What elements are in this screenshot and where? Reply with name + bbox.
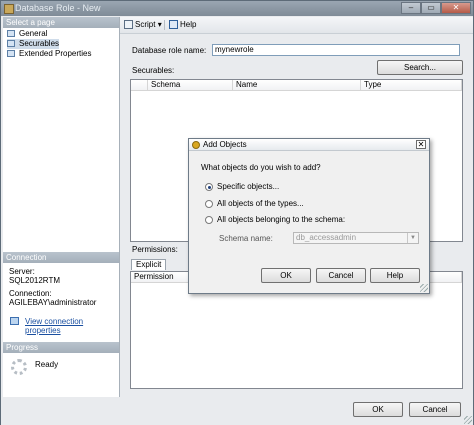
- connection-label: Connection:: [9, 289, 52, 298]
- connection-value: AGILEBAY\administrator: [9, 298, 97, 307]
- search-button[interactable]: Search...: [377, 60, 463, 75]
- server-value: SQL2012RTM: [9, 276, 60, 285]
- page-general[interactable]: General: [7, 29, 47, 39]
- progress-spinner-icon: [11, 359, 27, 375]
- script-button[interactable]: Script ▾: [124, 20, 162, 30]
- progress-status: Ready: [35, 360, 59, 369]
- restore-button[interactable]: ▭: [421, 2, 441, 14]
- radio-unselected-icon: [205, 216, 213, 224]
- minimize-button[interactable]: –: [401, 2, 421, 14]
- dialog-ok-button[interactable]: OK: [261, 268, 311, 283]
- key-icon: [192, 141, 200, 149]
- ok-button[interactable]: OK: [353, 402, 403, 417]
- page-icon: [7, 40, 15, 47]
- progress-header: Progress: [3, 342, 119, 353]
- resize-grip-icon[interactable]: [464, 416, 472, 424]
- tab-explicit[interactable]: Explicit: [131, 259, 167, 270]
- radio-specific-objects[interactable]: Specific objects...: [205, 182, 279, 192]
- radio-unselected-icon: [205, 200, 213, 208]
- dialog-title: Add Objects: [203, 140, 247, 149]
- role-name-label: Database role name:: [132, 46, 207, 55]
- cancel-button[interactable]: Cancel: [409, 402, 461, 417]
- chevron-down-icon[interactable]: ▾: [158, 20, 162, 29]
- radio-specific-objects-label: Specific objects...: [217, 182, 280, 191]
- app-icon: [4, 4, 14, 14]
- permissions-label: Permissions:: [132, 245, 178, 254]
- schema-name-label: Schema name:: [219, 234, 273, 243]
- radio-objects-in-schema[interactable]: All objects belonging to the schema:: [205, 215, 345, 225]
- grid-header-permission[interactable]: Permission: [131, 272, 191, 283]
- dialog-close-button[interactable]: ✕: [416, 140, 426, 149]
- dialog-cancel-button[interactable]: Cancel: [316, 268, 366, 283]
- view-connection-properties-link[interactable]: View connection properties: [25, 317, 119, 335]
- connection-properties-icon: [10, 317, 19, 325]
- add-objects-dialog: Add Objects ✕ What objects do you wish t…: [188, 138, 430, 294]
- toolbar-divider: [164, 20, 165, 30]
- radio-objects-in-schema-label: All objects belonging to the schema:: [217, 215, 346, 224]
- select-page-header: Select a page: [3, 17, 119, 28]
- radio-objects-of-types[interactable]: All objects of the types...: [205, 199, 304, 209]
- grid-header-schema[interactable]: Schema: [148, 80, 233, 91]
- dialog-question: What objects do you wish to add?: [201, 163, 321, 172]
- page-icon: [7, 30, 15, 37]
- server-label: Server:: [9, 267, 35, 276]
- connection-header: Connection: [3, 252, 119, 263]
- close-button[interactable]: ✕: [441, 2, 471, 14]
- script-label: Script: [135, 20, 156, 29]
- schema-name-value: db_accessadmin: [296, 233, 357, 242]
- help-icon: [169, 20, 178, 29]
- page-general-label: General: [19, 29, 48, 38]
- script-icon: [124, 20, 133, 29]
- dialog-title-bar[interactable]: Add Objects ✕: [189, 139, 429, 151]
- window-title: Database Role - New: [15, 3, 101, 13]
- help-label: Help: [180, 20, 197, 29]
- help-button[interactable]: Help: [169, 20, 196, 30]
- dialog-help-button[interactable]: Help: [370, 268, 420, 283]
- page-extended-properties-label: Extended Properties: [19, 49, 92, 58]
- role-name-input[interactable]: mynewrole: [212, 44, 460, 56]
- radio-selected-icon: [205, 183, 213, 191]
- page-extended-properties[interactable]: Extended Properties: [7, 49, 92, 59]
- grid-header-type[interactable]: Type: [361, 80, 462, 91]
- chevron-down-icon: ▼: [407, 233, 418, 243]
- page-securables[interactable]: Securables: [7, 39, 60, 49]
- securables-label: Securables:: [132, 66, 175, 75]
- page-securables-label: Securables: [19, 39, 60, 48]
- radio-objects-of-types-label: All objects of the types...: [217, 199, 304, 208]
- left-pane: Select a page General Securables Extende…: [3, 17, 120, 397]
- footer: OK Cancel: [1, 398, 473, 425]
- toolbar: Script ▾ Help: [120, 17, 473, 34]
- title-bar[interactable]: Database Role - New – ▭ ✕: [1, 1, 473, 16]
- page-icon: [7, 50, 15, 57]
- grid-header-name[interactable]: Name: [233, 80, 361, 91]
- grid-header-blank: [131, 80, 148, 91]
- dialog-resize-grip-icon[interactable]: [420, 284, 428, 292]
- schema-name-dropdown[interactable]: db_accessadmin ▼: [293, 232, 419, 244]
